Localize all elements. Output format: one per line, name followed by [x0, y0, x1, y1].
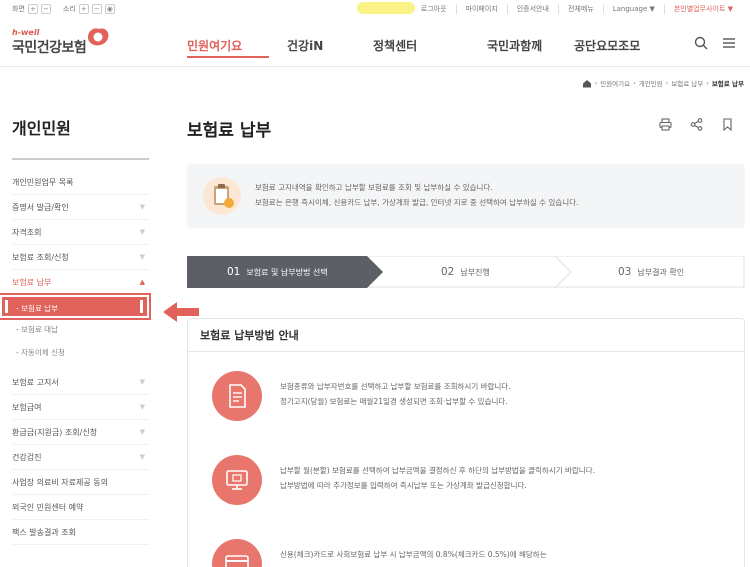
step-progress: 01 보험료 및 납부방법 선택 02 납부진행 03 납부결과 확인 [186, 255, 745, 289]
sidebar-item-notice[interactable]: 보험료 고지서 ▼ [12, 370, 149, 395]
card-icon [212, 539, 262, 567]
page-title: 보험료 납부 [187, 121, 272, 141]
info-box: 보험료 고지내역을 확인하고 납부할 보험료를 조회 및 납부하실 수 있습니다… [187, 164, 745, 228]
zoom-label: 화면 [12, 5, 25, 13]
chevron-down-icon: ▼ [139, 228, 145, 236]
language-select[interactable]: Language ▼ [602, 5, 664, 13]
payment-guide-panel: 보험료 납부방법 안내 보험종류와 납부자번호를 선택하고 납부할 보험료를 조… [187, 318, 745, 567]
guide-text: 납부할 월(분할) 보험료를 선택하여 납부금액을 결정하신 후 하단의 납부방… [280, 466, 595, 475]
selection-marker [140, 300, 143, 313]
header-icons [694, 36, 736, 50]
nav-item-about[interactable]: 공단요모조모 [574, 37, 640, 54]
zoom-in-button[interactable]: + [27, 4, 38, 14]
chevron-down-icon: ▼ [139, 253, 145, 261]
sound-up-button[interactable]: + [78, 4, 89, 14]
sound-label: 소리 [62, 5, 76, 13]
chevron-down-icon: ▼ [139, 378, 145, 386]
bookmark-icon[interactable] [721, 118, 734, 131]
all-menu-link[interactable]: 전체메뉴 [557, 4, 603, 14]
sidebar-item-list[interactable]: 개인민원업무 목록 [12, 170, 149, 195]
sidebar-item-certificate[interactable]: 증명서 발급/확인 ▼ [12, 195, 149, 220]
info-text: 보험료는 은행 즉시이체, 신용카드 납부, 가상계좌 발급, 인터넷 지로 중… [255, 198, 579, 207]
share-icon[interactable] [690, 118, 703, 131]
site-logo[interactable]: h-well 국민건강보험 [12, 28, 109, 57]
logo-tagline: h-well [12, 28, 40, 37]
breadcrumb-item[interactable]: 민원여기요 [600, 78, 630, 88]
mypage-link[interactable]: 마이페이지 [455, 4, 507, 14]
global-nav: 민원여기요 건강iN 정책센터 국민과함께 공단요모조모 [187, 37, 640, 58]
sidebar-nav: 개인민원업무 목록 증명서 발급/확인 ▼ 자격조회 ▼ 보험료 조회/신청 ▼ 보험… [0, 170, 151, 545]
clipboard-icon [203, 177, 241, 215]
utility-bar: 화면 + − 소리 + − ◉ 로그아웃 마이페이지 인증서안내 전체메뉴 La… [0, 0, 750, 18]
nav-item-policy[interactable]: 정책센터 [373, 37, 487, 54]
logo-mark-icon [88, 28, 109, 46]
sidebar-divider [12, 158, 149, 160]
search-icon[interactable] [694, 36, 708, 50]
sidebar-item-medical-consent[interactable]: 사업장 의료비 자료제공 동의 [12, 470, 149, 495]
menu-icon[interactable] [722, 36, 736, 50]
sidebar-subitem-payment[interactable]: - 보험료 납부 [0, 293, 151, 320]
breadcrumb-item[interactable]: 보험료 납부 [671, 78, 703, 88]
nav-item-health[interactable]: 건강iN [287, 37, 373, 54]
document-icon [212, 371, 262, 421]
sidebar-title: 개인민원 [12, 119, 71, 138]
chevron-down-icon: ▼ [139, 453, 145, 461]
sidebar-item-premium-inquiry[interactable]: 보험료 조회/신청 ▼ [12, 245, 149, 270]
step-3: 03 납부결과 확인 [618, 266, 685, 278]
guide-text: 보험종류와 납부자번호를 선택하고 납부할 보험료를 조회하시기 바랍니다. [280, 382, 511, 391]
chevron-up-icon: ▲ [139, 278, 145, 286]
selection-marker [5, 300, 8, 313]
header-divider [0, 66, 750, 67]
breadcrumb: › 민원여기요 › 개인민원 › 보험료 납부 › 보험료 납부 [582, 78, 744, 88]
guide-title: 보험료 납부방법 안내 [200, 329, 299, 342]
sidebar-item-eligibility[interactable]: 자격조회 ▼ [12, 220, 149, 245]
accessibility-controls: 화면 + − 소리 + − ◉ [12, 4, 115, 14]
logo-text: 국민건강보험 [12, 40, 87, 56]
nav-item-together[interactable]: 국민과함께 [487, 37, 574, 54]
sidebar-item-benefit[interactable]: 보험급여 ▼ [12, 395, 149, 420]
zoom-out-button[interactable]: − [40, 4, 51, 14]
certificate-guide-link[interactable]: 인증서안내 [506, 4, 558, 14]
guide-text: 정기고지(당월) 보험료는 매월21일경 생성되면 조회·납부할 수 있습니다. [280, 397, 508, 406]
chevron-down-icon: ▼ [139, 403, 145, 411]
branch-site-select[interactable]: 본인별업무사이트 ▼ [663, 4, 742, 14]
sidebar-item-refund[interactable]: 환급금(지원금) 조회/신청 ▼ [12, 420, 149, 445]
sidebar-item-fax-result[interactable]: 팩스 발송결과 조회 [12, 520, 149, 545]
nav-active-underline [187, 56, 269, 58]
step-1: 01 보험료 및 납부방법 선택 [227, 266, 328, 278]
breadcrumb-current: 보험료 납부 [711, 80, 744, 88]
home-icon[interactable] [582, 79, 592, 88]
guide-divider [188, 351, 744, 352]
info-text: 보험료 고지내역을 확인하고 납부할 보험료를 조회 및 납부하실 수 있습니다… [255, 183, 493, 192]
print-icon[interactable] [659, 118, 672, 131]
nav-item-civil[interactable]: 민원여기요 [187, 37, 287, 54]
sidebar-item-checkup[interactable]: 건강검진 ▼ [12, 445, 149, 470]
guide-text: 납부방법에 따라 추가정보를 입력하여 즉시납부 또는 가상계좌 발급신청합니다… [280, 481, 527, 490]
sidebar-subitem-proxy-payment[interactable]: - 보험료 대납 [12, 318, 149, 341]
guide-text: 신용(체크)카드로 사회보험료 납부 시 납부금액의 0.8%(체크카드 0.5… [280, 550, 547, 559]
logout-link[interactable]: 로그아웃 [412, 4, 456, 14]
sidebar-item-foreigner-reservation[interactable]: 외국인 민원센터 예약 [12, 495, 149, 520]
utility-links: 로그아웃 마이페이지 인증서안내 전체메뉴 Language ▼ 본인별업무사이… [412, 4, 742, 14]
chevron-down-icon: ▼ [139, 428, 145, 436]
step-2: 02 납부진행 [441, 266, 490, 278]
sound-toggle-icon[interactable]: ◉ [104, 4, 115, 14]
chevron-down-icon: ▼ [139, 203, 145, 211]
page-tools [659, 118, 734, 131]
highlight-mark [357, 2, 415, 14]
breadcrumb-item[interactable]: 개인민원 [639, 78, 663, 88]
monitor-icon [212, 455, 262, 505]
sidebar-item-premium-payment[interactable]: 보험료 납부 ▲ [12, 270, 149, 295]
sidebar-subitem-auto-transfer[interactable]: - 자동이체 신청 [12, 341, 149, 364]
sound-down-button[interactable]: − [91, 4, 102, 14]
